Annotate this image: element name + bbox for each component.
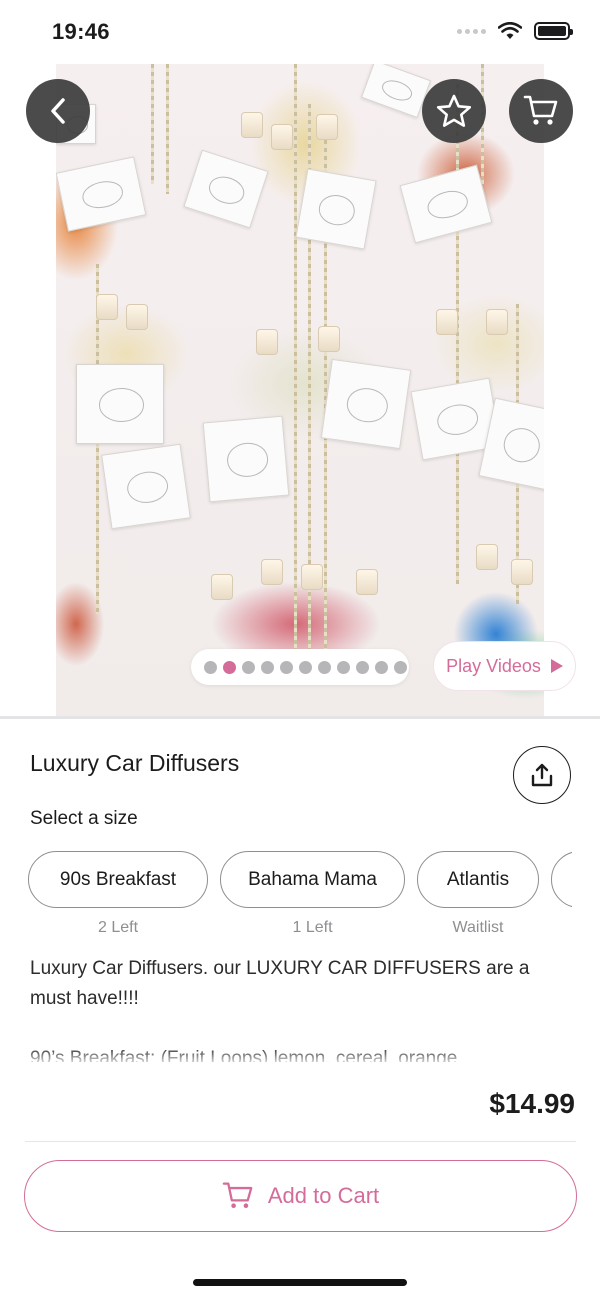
battery-icon — [534, 22, 573, 40]
status-icons — [457, 22, 573, 40]
description-paragraph: Luxury Car Diffusers. our LUXURY CAR DIF… — [30, 958, 530, 1009]
page-dot-active[interactable] — [223, 660, 236, 674]
product-description: Luxury Car Diffusers. our LUXURY CAR DIF… — [30, 954, 575, 1074]
product-gallery[interactable]: Play Videos — [0, 64, 600, 716]
play-videos-label: Play Videos — [446, 655, 541, 676]
signal-icon — [457, 28, 486, 34]
status-bar: 19:46 — [0, 0, 600, 64]
product-title: Luxury Car Diffusers — [30, 750, 240, 776]
product-photo[interactable] — [56, 64, 544, 716]
size-option: Atlantis Waitlist — [417, 851, 539, 937]
back-button[interactable] — [26, 79, 90, 143]
page-dot[interactable] — [261, 660, 274, 674]
select-size-label: Select a size — [30, 808, 138, 829]
size-option-partial — [551, 851, 572, 908]
star-icon — [436, 94, 472, 127]
page-dot[interactable] — [356, 660, 369, 674]
page-dot[interactable] — [242, 660, 255, 674]
divider — [0, 716, 600, 719]
divider — [25, 1141, 576, 1142]
size-chip-more[interactable] — [551, 851, 572, 908]
size-options: 90s Breakfast 2 Left Bahama Mama 1 Left … — [28, 851, 572, 941]
share-button[interactable] — [513, 746, 571, 804]
size-chip-90s-breakfast[interactable]: 90s Breakfast — [28, 851, 208, 908]
size-option: 90s Breakfast 2 Left — [28, 851, 208, 937]
add-to-cart-label: Add to Cart — [267, 1183, 380, 1208]
size-chip-atlantis[interactable]: Atlantis — [417, 851, 539, 908]
home-indicator[interactable] — [193, 1279, 407, 1286]
size-stock-label: 1 Left — [292, 919, 333, 936]
play-icon — [550, 659, 563, 673]
share-icon — [531, 763, 553, 787]
page-dot[interactable] — [337, 660, 350, 674]
cart-icon — [523, 95, 558, 125]
page-dot[interactable] — [394, 660, 407, 674]
purchase-panel: $14.99 Add to Cart — [0, 1062, 600, 1299]
add-to-cart-button[interactable]: Add to Cart — [24, 1160, 577, 1232]
gallery-page-indicator[interactable] — [191, 649, 409, 685]
size-option: Bahama Mama 1 Left — [220, 851, 405, 937]
page-dot[interactable] — [280, 660, 293, 674]
wifi-icon — [498, 22, 522, 39]
favorite-button[interactable] — [422, 79, 486, 143]
play-videos-button[interactable]: Play Videos — [433, 641, 576, 691]
page-dot[interactable] — [299, 660, 312, 674]
page-dot[interactable] — [204, 660, 217, 674]
size-stock-label: Waitlist — [452, 919, 504, 936]
size-stock-label: 2 Left — [97, 919, 139, 936]
back-icon — [51, 98, 65, 124]
cart-button[interactable] — [509, 79, 573, 143]
cart-icon — [222, 1182, 253, 1208]
page-dot[interactable] — [318, 660, 331, 674]
product-price: $14.99 — [489, 1088, 575, 1119]
status-time: 19:46 — [52, 19, 110, 44]
page-dot[interactable] — [375, 660, 388, 674]
size-chip-bahama-mama[interactable]: Bahama Mama — [220, 851, 405, 908]
